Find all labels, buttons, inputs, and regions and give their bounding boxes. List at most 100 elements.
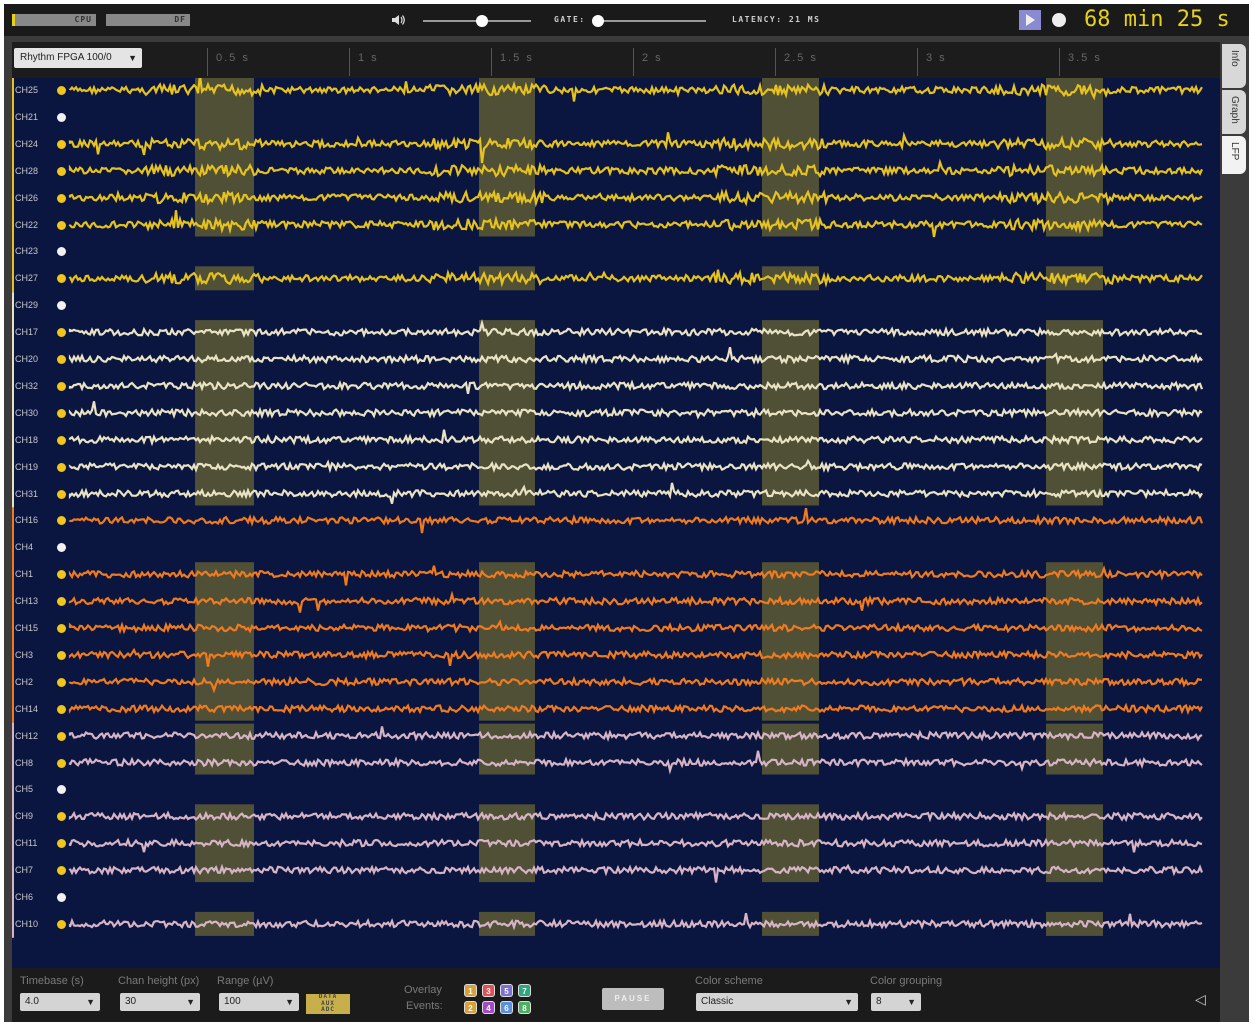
event-overlay-button[interactable]: 4 xyxy=(482,1001,495,1014)
channel-toggle-dot[interactable] xyxy=(57,381,66,391)
channel-label[interactable]: CH29 xyxy=(12,299,52,311)
tab-lfp-label: LFP xyxy=(1229,142,1240,161)
cpu-meter: CPU xyxy=(12,14,96,26)
channel-label[interactable]: CH30 xyxy=(12,407,52,419)
volume-slider[interactable] xyxy=(423,15,531,27)
channel-label[interactable]: CH26 xyxy=(12,192,52,204)
channel-toggle-dot[interactable] xyxy=(57,166,66,176)
event-region xyxy=(762,78,819,237)
timescale-tick-label: 1 s xyxy=(358,52,379,64)
channel-label[interactable]: CH12 xyxy=(12,730,52,742)
event-region xyxy=(479,266,535,291)
event-overlay-button[interactable]: 8 xyxy=(518,1001,531,1014)
data-type-toggle[interactable]: DATA AUX ADC xyxy=(306,993,350,1014)
channel-toggle-dot[interactable] xyxy=(57,220,66,230)
channel-toggle-dot[interactable] xyxy=(57,408,66,418)
tab-info-label: Info xyxy=(1229,50,1240,67)
chan-height-label: Chan height (px) xyxy=(118,975,200,987)
collapse-options-icon[interactable]: ◁ xyxy=(1195,992,1206,1008)
channel-label[interactable]: CH11 xyxy=(12,837,52,849)
channel-toggle-dot[interactable] xyxy=(57,489,66,499)
event-overlay-button[interactable]: 3 xyxy=(482,984,495,997)
channel-label[interactable]: CH25 xyxy=(12,84,52,96)
channel-toggle-dot[interactable] xyxy=(57,893,66,902)
channel-label[interactable]: CH1 xyxy=(12,568,52,580)
channel-label[interactable]: CH31 xyxy=(12,488,52,500)
channel-label[interactable]: CH32 xyxy=(12,380,52,392)
event-overlay-button[interactable]: 2 xyxy=(464,1001,477,1014)
channel-toggle-dot[interactable] xyxy=(57,650,66,660)
channel-label[interactable]: CH8 xyxy=(12,757,52,769)
channel-label[interactable]: CH9 xyxy=(12,810,52,822)
channel-label[interactable]: CH23 xyxy=(12,245,52,257)
channel-label[interactable]: CH22 xyxy=(12,219,52,231)
top-control-bar: CPU DF GATE: LATENCY: 21 MS 68 min 25 s xyxy=(4,4,1249,36)
channel-toggle-dot[interactable] xyxy=(57,462,66,472)
channel-label[interactable]: CH16 xyxy=(12,514,52,526)
event-region xyxy=(1046,562,1103,721)
timebase-select[interactable]: 4.0 ▼ xyxy=(20,993,100,1011)
event-overlay-button[interactable]: 1 xyxy=(464,984,477,997)
channel-toggle-dot[interactable] xyxy=(57,758,66,768)
timescale-tick-label: 1.5 s xyxy=(500,52,534,64)
channel-toggle-dot[interactable] xyxy=(57,624,66,633)
channel-label[interactable]: CH15 xyxy=(12,622,52,634)
channel-label[interactable]: CH2 xyxy=(12,676,52,688)
chevron-down-icon: ▼ xyxy=(844,997,853,1007)
timescale-tick-label: 2.5 s xyxy=(784,52,818,64)
channel-label[interactable]: CH4 xyxy=(12,541,52,553)
channel-label[interactable]: CH7 xyxy=(12,864,52,876)
channel-toggle-dot[interactable] xyxy=(57,919,66,929)
channel-toggle-dot[interactable] xyxy=(57,677,66,687)
volume-icon[interactable] xyxy=(390,12,406,28)
channel-toggle-dot[interactable] xyxy=(57,86,66,95)
timescale-tick xyxy=(633,48,634,76)
volume-slider-knob[interactable] xyxy=(476,15,489,27)
channel-label[interactable]: CH27 xyxy=(12,272,52,284)
channel-toggle-dot[interactable] xyxy=(57,355,66,364)
event-overlay-button[interactable]: 5 xyxy=(500,984,513,997)
gate-label: GATE: xyxy=(554,15,586,24)
gate-slider[interactable] xyxy=(592,15,706,27)
channel-label[interactable]: CH28 xyxy=(12,165,52,177)
tab-graph[interactable]: Graph xyxy=(1222,90,1246,134)
color-scheme-select[interactable]: Classic ▼ xyxy=(696,993,858,1011)
channel-toggle-dot[interactable] xyxy=(57,193,66,203)
timescale-tick xyxy=(775,48,776,76)
channel-toggle-dot[interactable] xyxy=(57,139,66,149)
channel-toggle-dot[interactable] xyxy=(57,704,66,714)
play-button[interactable] xyxy=(1019,10,1041,30)
timescale-tick-label: 3 s xyxy=(926,52,947,64)
channel-label[interactable]: CH5 xyxy=(12,783,52,795)
channel-trace xyxy=(68,507,1204,534)
channel-label[interactable]: CH14 xyxy=(12,703,52,715)
range-select[interactable]: 100 ▼ xyxy=(219,993,299,1011)
data-type-adc[interactable]: ADC xyxy=(306,1006,350,1014)
channel-label[interactable]: CH21 xyxy=(12,111,52,123)
color-grouping-select[interactable]: 8 ▼ xyxy=(871,993,921,1011)
channel-label[interactable]: CH3 xyxy=(12,649,52,661)
source-select[interactable]: Rhythm FPGA 100/0 ▼ xyxy=(14,48,142,68)
channel-label[interactable]: CH18 xyxy=(12,434,52,446)
event-region xyxy=(762,723,819,775)
lfp-trace-plot[interactable] xyxy=(12,78,1220,968)
channel-toggle-dot[interactable] xyxy=(57,435,66,445)
event-overlay-button[interactable]: 7 xyxy=(518,984,531,997)
event-overlay-button[interactable]: 6 xyxy=(500,1001,513,1014)
channel-toggle-dot[interactable] xyxy=(57,731,66,741)
record-button[interactable] xyxy=(1052,13,1066,27)
channel-label[interactable]: CH13 xyxy=(12,595,52,607)
channel-label[interactable]: CH19 xyxy=(12,461,52,473)
channel-label[interactable]: CH20 xyxy=(12,353,52,365)
gate-slider-knob[interactable] xyxy=(592,15,604,27)
pause-button[interactable]: PAUSE xyxy=(602,988,664,1010)
channel-toggle-dot[interactable] xyxy=(57,112,66,122)
channel-label[interactable]: CH10 xyxy=(12,918,52,930)
channel-label[interactable]: CH6 xyxy=(12,891,52,903)
channel-label[interactable]: CH17 xyxy=(12,326,52,338)
tab-lfp[interactable]: LFP xyxy=(1222,136,1246,174)
channel-label[interactable]: CH24 xyxy=(12,138,52,150)
event-region xyxy=(479,723,535,775)
tab-info[interactable]: Info xyxy=(1222,44,1246,88)
chan-height-select[interactable]: 30 ▼ xyxy=(120,993,200,1011)
